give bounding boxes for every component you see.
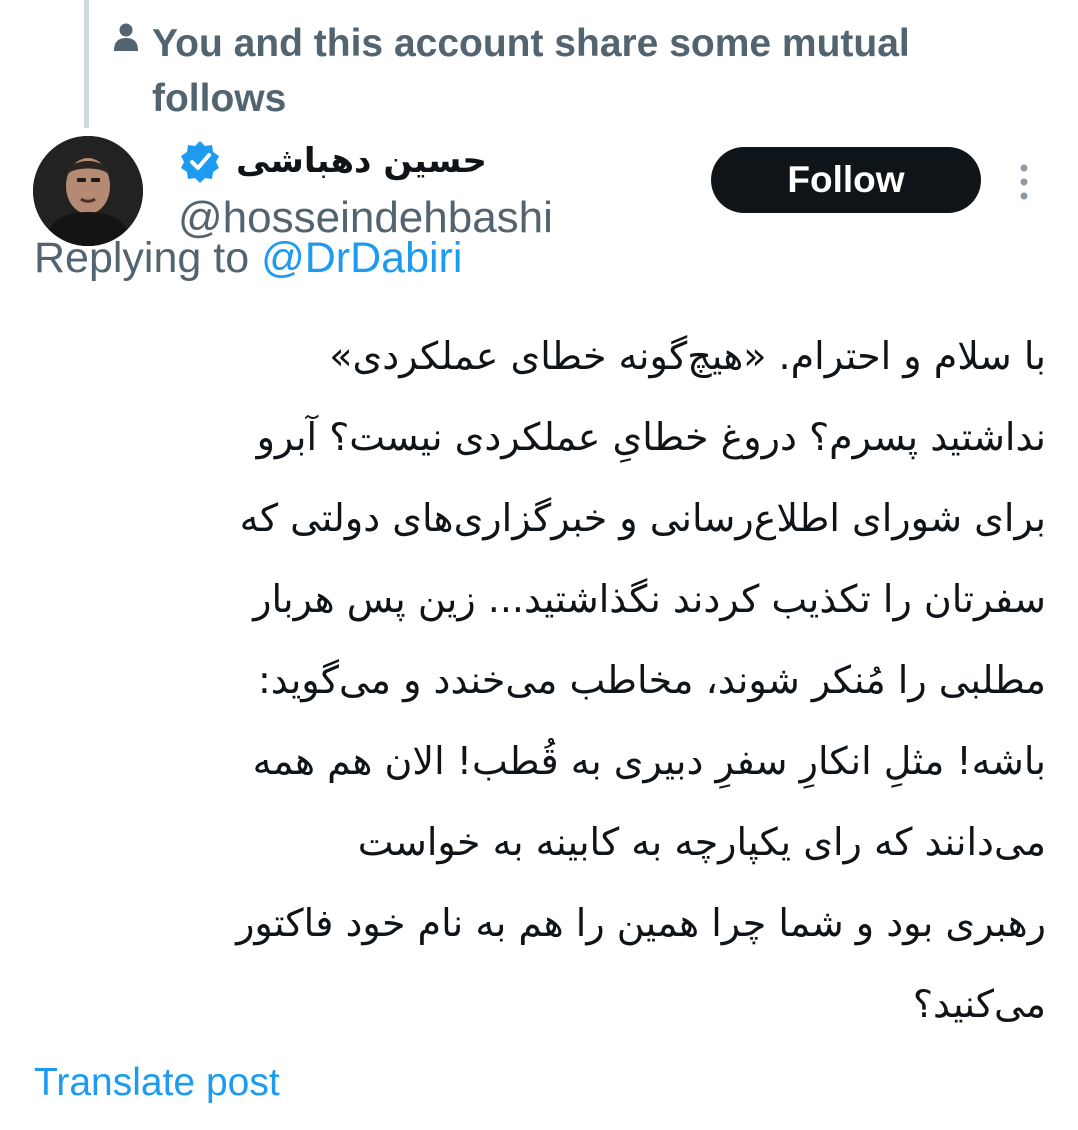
post-text-line: باشه! مثلِ انکارِ سفرِ دبیری به قُطب! ال… xyxy=(252,739,1046,783)
replying-to: Replying to @DrDabiri xyxy=(34,232,462,284)
author-avatar[interactable] xyxy=(33,136,143,246)
post-text-line: سفرتان را تکذیب کردند نگذاشتید... زین پس… xyxy=(253,577,1046,621)
post-text-line: رهبری بود و شما چرا همین را هم به نام خو… xyxy=(236,901,1046,945)
post-text-line: می‌دانند که رای یکپارچه به کابینه به خوا… xyxy=(357,820,1046,864)
replying-to-label: Replying to xyxy=(34,234,262,282)
replying-to-mention-link[interactable]: @DrDabiri xyxy=(261,234,462,282)
post-text-line: نداشتید پسرم؟ دروغ خطایِ عملکردی نیست؟ آ… xyxy=(256,415,1046,459)
post-text: با سلام و احترام. «هیچ‌گونه خطای عملکردی… xyxy=(40,316,1046,1045)
author-name-row: حسین دهباشی xyxy=(178,136,487,186)
author-display-name[interactable]: حسین دهباشی xyxy=(236,136,487,186)
mutual-follows-context: You and this account share some mutual f… xyxy=(112,16,1032,126)
person-icon xyxy=(112,22,152,126)
post-text-line: برای شورای اطلاع‌رسانی و خبرگزاری‌های دو… xyxy=(239,496,1046,540)
follow-button[interactable]: Follow xyxy=(711,147,981,213)
thread-connector-line xyxy=(84,0,89,128)
verified-badge-icon xyxy=(178,139,222,183)
post-text-line: با سلام و احترام. «هیچ‌گونه خطای عملکردی… xyxy=(329,334,1046,378)
translate-post-link[interactable]: Translate post xyxy=(34,1060,280,1106)
mutual-follows-text: You and this account share some mutual f… xyxy=(152,22,910,120)
more-vertical-icon[interactable] xyxy=(1010,160,1038,204)
post-text-line: مطلبی را مُنکر شوند، مخاطب می‌خندد و می‌… xyxy=(257,658,1046,702)
post-text-line: می‌کنید؟ xyxy=(912,982,1046,1026)
